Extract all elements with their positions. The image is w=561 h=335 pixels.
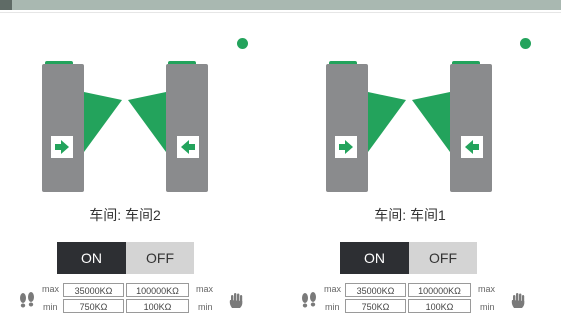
power-toggle[interactable]: ON OFF: [57, 242, 194, 274]
top-bar: [0, 0, 561, 10]
power-toggle[interactable]: ON OFF: [340, 242, 477, 274]
resistance-limits: max min 35000KΩ 100000KΩ 750KΩ 100KΩ max…: [282, 282, 561, 318]
toggle-off-button[interactable]: OFF: [409, 242, 477, 274]
hand-min-field[interactable]: 100KΩ: [126, 299, 189, 313]
footprints-icon: [20, 292, 34, 308]
foot-max-field[interactable]: 35000KΩ: [345, 283, 406, 297]
hand-max-field[interactable]: 100000KΩ: [408, 283, 471, 297]
footprints-icon: [302, 292, 316, 308]
toggle-on-button[interactable]: ON: [340, 242, 409, 274]
top-divider: [0, 12, 561, 13]
hand-icon: [229, 293, 243, 308]
hand-max-field[interactable]: 100000KΩ: [126, 283, 189, 297]
turnstile-panel-2: 车间: 车间2 ON OFF max min 35000KΩ 100000KΩ …: [0, 14, 280, 335]
status-dot-icon: [520, 38, 531, 49]
toggle-off-button[interactable]: OFF: [126, 242, 194, 274]
turnstile-gate-graphic: [42, 61, 208, 192]
min-label: min: [43, 302, 58, 312]
status-dot-icon: [237, 38, 248, 49]
foot-max-field[interactable]: 35000KΩ: [63, 283, 124, 297]
foot-min-field[interactable]: 750KΩ: [345, 299, 406, 313]
enter-arrow-icon: [335, 136, 357, 158]
min-label-right: min: [480, 302, 495, 312]
hand-icon: [511, 293, 525, 308]
max-label: max: [324, 284, 342, 294]
min-label: min: [325, 302, 340, 312]
channel-label: 车间: 车间1: [374, 207, 446, 223]
max-label-right: max: [478, 284, 496, 294]
exit-arrow-icon: [177, 136, 199, 158]
foot-min-field[interactable]: 750KΩ: [63, 299, 124, 313]
toggle-on-button[interactable]: ON: [57, 242, 126, 274]
channel-label: 车间: 车间2: [89, 207, 161, 223]
enter-arrow-icon: [51, 136, 73, 158]
max-label: max: [42, 284, 60, 294]
hand-min-field[interactable]: 100KΩ: [408, 299, 471, 313]
resistance-limits: max min 35000KΩ 100000KΩ 750KΩ 100KΩ max…: [0, 282, 280, 318]
max-label-right: max: [196, 284, 214, 294]
turnstile-panel-1: 车间: 车间1 ON OFF max min 35000KΩ 100000KΩ …: [282, 14, 561, 335]
exit-arrow-icon: [461, 136, 483, 158]
min-label-right: min: [198, 302, 213, 312]
turnstile-gate-graphic: [326, 61, 492, 192]
top-bar-marker: [0, 0, 12, 10]
